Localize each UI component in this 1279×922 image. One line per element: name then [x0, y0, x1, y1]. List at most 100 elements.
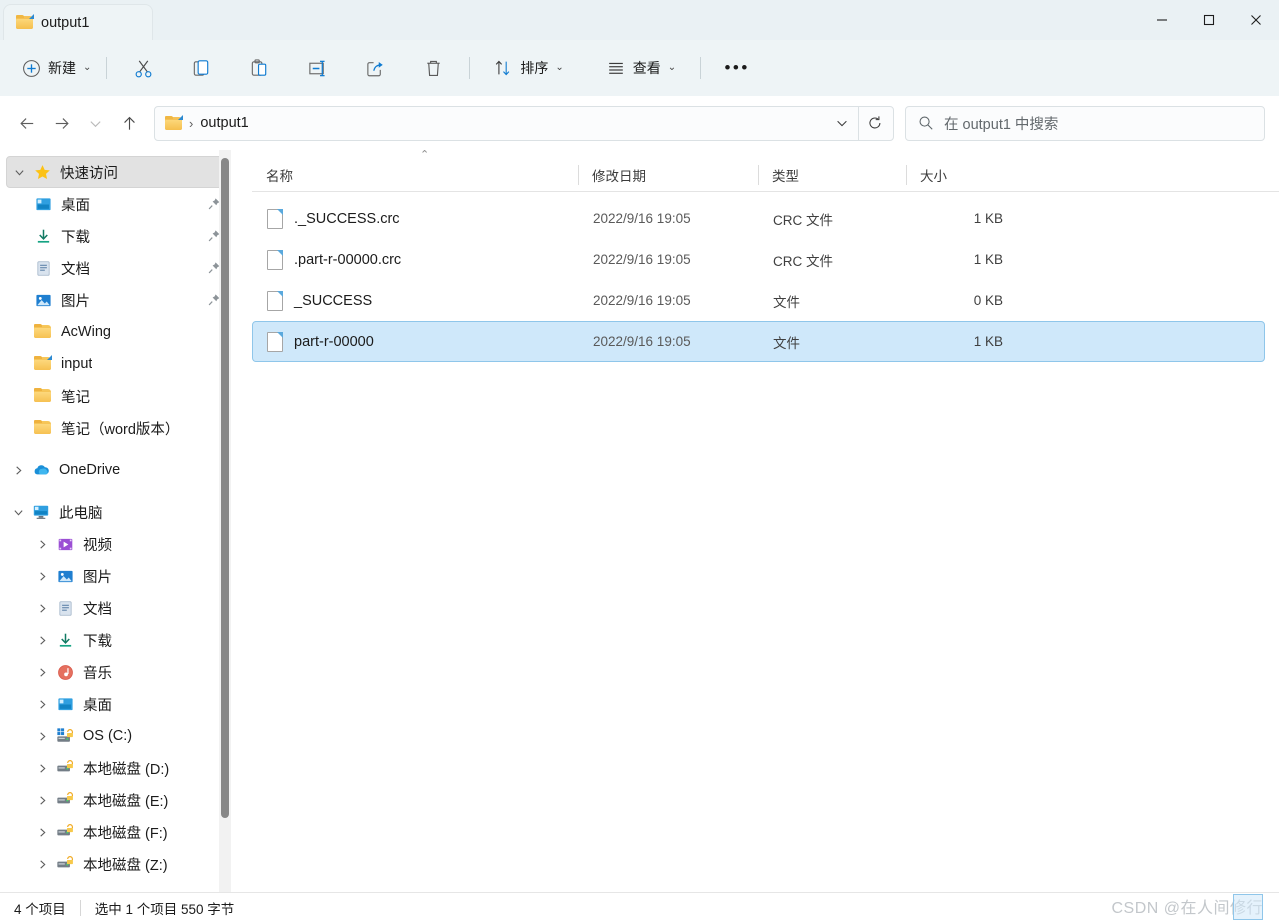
column-header-name-label: 名称 — [266, 168, 293, 184]
sidebar-item-pictures-pc[interactable]: 图片 — [6, 560, 229, 592]
drive-icon — [54, 855, 76, 873]
desktop-icon — [54, 696, 76, 713]
sidebar-item-label: 下载 — [83, 633, 112, 650]
chevron-down-icon[interactable] — [6, 507, 30, 518]
sort-button[interactable]: 排序 ⌄ — [485, 51, 571, 85]
file-name-cell: part-r-00000 — [253, 331, 579, 352]
column-header-size[interactable]: 大小 — [906, 158, 1012, 192]
sidebar-item-desktop-pc[interactable]: 桌面 — [6, 688, 229, 720]
sidebar-item-desktop[interactable]: 桌面 — [6, 188, 229, 220]
sidebar-item-videos[interactable]: 视频 — [6, 528, 229, 560]
status-bar: 4 个项目 选中 1 个项目 550 字节 CSDN @在人间修行 — [0, 892, 1279, 922]
file-name-label: _SUCCESS — [294, 292, 373, 309]
sidebar-item-documents-pc[interactable]: 文档 — [6, 592, 229, 624]
back-button[interactable] — [10, 106, 44, 140]
sidebar-item-label: 视频 — [83, 537, 112, 554]
arrow-right-icon — [55, 117, 69, 129]
sidebar-item-quick-access[interactable]: 快速访问 — [6, 156, 229, 188]
column-header-date[interactable]: 修改日期 — [578, 158, 758, 192]
sidebar-item-pictures[interactable]: 图片 — [6, 284, 229, 316]
sidebar-item-notes[interactable]: 笔记 — [6, 380, 229, 412]
folder-shortcut-icon — [32, 355, 54, 373]
tab-output1[interactable]: output1 — [3, 4, 153, 40]
pictures-icon — [54, 568, 76, 585]
sidebar-item-documents[interactable]: 文档 — [6, 252, 229, 284]
chevron-right-icon[interactable] — [30, 827, 54, 838]
address-bar[interactable]: › output1 — [154, 105, 894, 141]
sidebar-item-os-c[interactable]: OS (C:) — [6, 720, 229, 752]
up-button[interactable] — [112, 106, 146, 140]
copy-button[interactable] — [181, 51, 221, 85]
column-header-type-label: 类型 — [772, 168, 799, 184]
forward-button[interactable] — [44, 106, 78, 140]
table-row[interactable]: part-r-00000 2022/9/16 19:05 文件 1 KB — [252, 321, 1265, 362]
file-type-cell: 文件 — [773, 294, 800, 310]
chevron-down-icon[interactable] — [7, 167, 31, 178]
folder-shortcut-icon — [165, 114, 183, 131]
chevron-right-icon[interactable] — [30, 539, 54, 550]
column-header-type[interactable]: 类型 — [758, 158, 906, 192]
address-dropdown-button[interactable] — [826, 107, 858, 140]
refresh-button[interactable] — [859, 107, 891, 140]
close-button[interactable] — [1232, 0, 1279, 40]
new-button[interactable]: 新建 ⌄ — [14, 51, 99, 85]
sidebar-scrollbar-thumb[interactable] — [221, 158, 229, 818]
chevron-right-icon[interactable] — [30, 699, 54, 710]
paste-button[interactable] — [239, 51, 279, 85]
sidebar-scrollbar[interactable] — [219, 150, 231, 892]
column-header-date-label: 修改日期 — [592, 168, 646, 184]
sidebar-item-drive-d[interactable]: 本地磁盘 (D:) — [6, 752, 229, 784]
file-icon — [267, 331, 283, 352]
file-explorer-window: output1 新建 ⌄ 排序 ⌄ 查看 ⌄ ••• › output1 在 o… — [0, 0, 1279, 922]
table-row[interactable]: .part-r-00000.crc 2022/9/16 19:05 CRC 文件… — [252, 239, 1265, 280]
copy-icon — [193, 59, 209, 76]
chevron-right-icon[interactable] — [30, 859, 54, 870]
file-rows: ._SUCCESS.crc 2022/9/16 19:05 CRC 文件 1 K… — [252, 192, 1279, 362]
share-button[interactable] — [355, 51, 395, 85]
sidebar-item-drive-f[interactable]: 本地磁盘 (F:) — [6, 816, 229, 848]
delete-button[interactable] — [413, 51, 453, 85]
rename-button[interactable] — [297, 51, 337, 85]
music-icon — [54, 664, 76, 681]
sidebar-item-notes-word[interactable]: 笔记（word版本） — [6, 412, 229, 444]
arrow-up-icon — [123, 116, 135, 130]
chevron-right-icon[interactable] — [30, 667, 54, 678]
os-drive-icon — [54, 727, 76, 745]
sidebar-item-drive-e[interactable]: 本地磁盘 (E:) — [6, 784, 229, 816]
sidebar-item-onedrive[interactable]: OneDrive — [6, 454, 229, 486]
breadcrumb: › output1 — [165, 114, 826, 131]
column-header-name[interactable]: 名称 ⌃ — [252, 149, 578, 192]
sidebar-item-this-pc[interactable]: 此电脑 — [6, 496, 229, 528]
chevron-right-icon[interactable] — [30, 571, 54, 582]
minimize-button[interactable] — [1138, 0, 1185, 40]
downloads-icon — [54, 632, 76, 649]
view-button[interactable]: 查看 ⌄ — [598, 51, 684, 85]
sidebar-item-music[interactable]: 音乐 — [6, 656, 229, 688]
chevron-right-icon[interactable] — [6, 465, 30, 476]
table-row[interactable]: _SUCCESS 2022/9/16 19:05 文件 0 KB — [252, 280, 1265, 321]
file-name-label: part-r-00000 — [294, 333, 374, 350]
drive-icon — [54, 791, 76, 809]
sidebar-item-downloads[interactable]: 下载 — [6, 220, 229, 252]
maximize-button[interactable] — [1185, 0, 1232, 40]
sidebar-item-acwing[interactable]: AcWing — [6, 316, 229, 348]
cut-button[interactable] — [123, 51, 163, 85]
recent-locations-button[interactable] — [78, 106, 112, 140]
more-options-button[interactable]: ••• — [717, 51, 757, 85]
downloads-icon — [32, 228, 54, 245]
file-date-cell: 2022/9/16 19:05 — [593, 334, 691, 349]
sidebar-item-input[interactable]: input — [6, 348, 229, 380]
chevron-right-icon[interactable] — [30, 731, 54, 742]
chevron-right-icon[interactable] — [30, 635, 54, 646]
sidebar-item-label: AcWing — [61, 324, 111, 340]
chevron-right-icon[interactable] — [30, 795, 54, 806]
chevron-right-icon[interactable] — [30, 763, 54, 774]
chevron-right-icon[interactable] — [30, 603, 54, 614]
breadcrumb-separator: › — [189, 115, 194, 131]
sort-arrows-icon — [496, 60, 510, 76]
search-input[interactable]: 在 output1 中搜索 — [905, 105, 1265, 141]
sidebar-item-downloads-pc[interactable]: 下载 — [6, 624, 229, 656]
sort-ascending-icon: ⌃ — [420, 148, 430, 161]
table-row[interactable]: ._SUCCESS.crc 2022/9/16 19:05 CRC 文件 1 K… — [252, 198, 1265, 239]
sidebar-item-drive-z[interactable]: 本地磁盘 (Z:) — [6, 848, 229, 880]
